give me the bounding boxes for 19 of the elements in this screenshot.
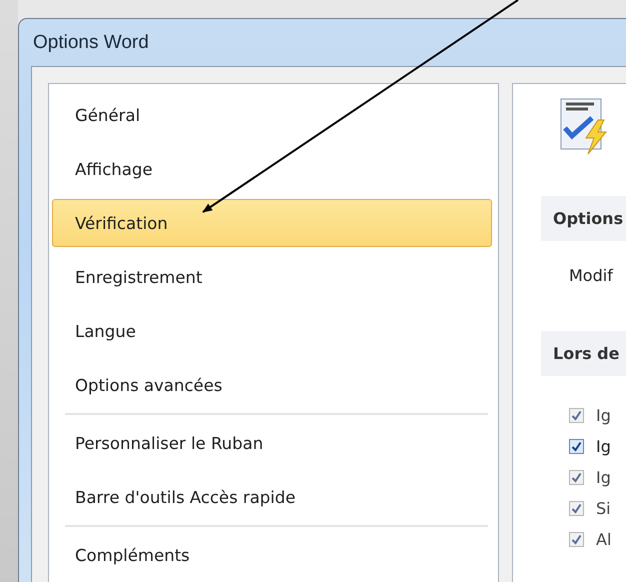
sidebar-item[interactable]: Personnaliser le Ruban bbox=[52, 419, 492, 467]
checkbox-label: Ig bbox=[596, 468, 611, 486]
checkbox-label: Al bbox=[596, 530, 612, 548]
sidebar-item[interactable]: Compléments bbox=[52, 531, 492, 579]
checkbox-label: Si bbox=[596, 498, 611, 518]
section-heading: Lors de bbox=[541, 331, 626, 376]
section-heading: Options bbox=[541, 196, 626, 241]
sidebar-item[interactable]: Affichage bbox=[52, 145, 492, 193]
sidebar-item[interactable]: Vérification bbox=[52, 199, 492, 247]
checkbox-label: Ig bbox=[596, 406, 611, 424]
option-label: Modif bbox=[568, 264, 614, 286]
sidebar-item[interactable]: Enregistrement bbox=[52, 253, 492, 301]
sidebar-item[interactable]: Options avancées bbox=[52, 361, 492, 409]
window-title: Options Word bbox=[33, 32, 149, 54]
sidebar-item[interactable]: Langue bbox=[52, 307, 492, 355]
sidebar-item[interactable]: Général bbox=[52, 91, 492, 139]
sidebar-item[interactable]: Barre d'outils Accès rapide bbox=[52, 473, 492, 521]
checkbox[interactable] bbox=[569, 438, 584, 454]
checkbox-label: Ig bbox=[596, 436, 611, 456]
